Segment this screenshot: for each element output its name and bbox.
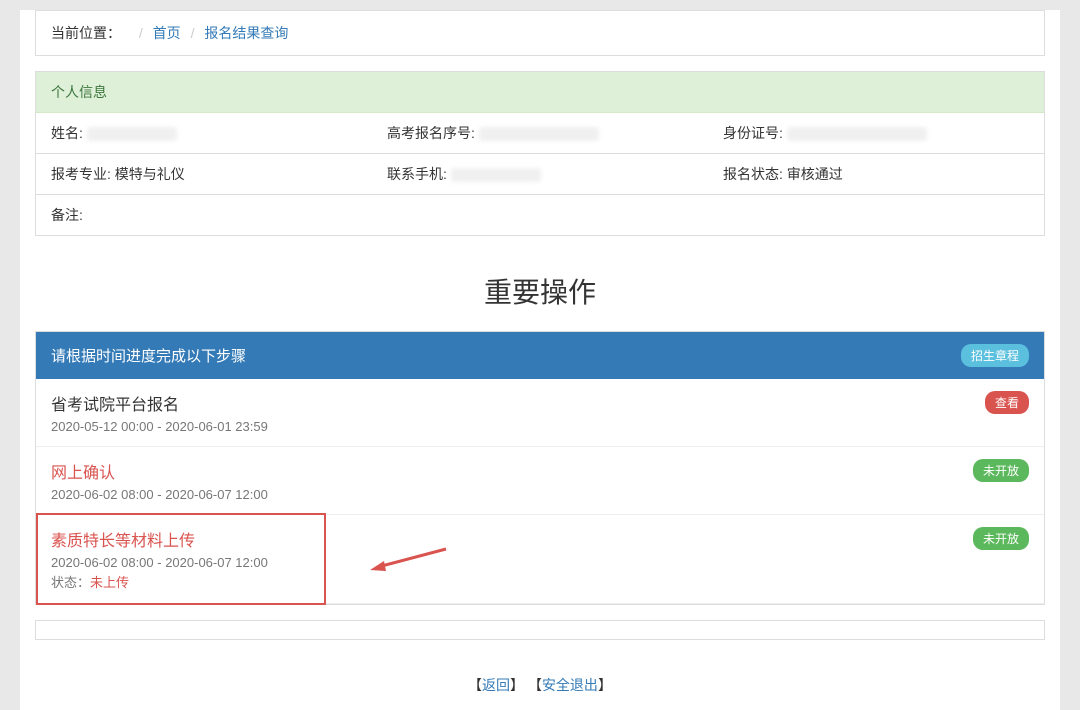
id-value-blurred	[787, 127, 927, 141]
breadcrumb-sep: /	[139, 25, 143, 41]
step-name: 网上确认	[51, 459, 973, 483]
phone-value-blurred	[451, 168, 541, 182]
step-content: 素质特长等材料上传 2020-06-02 08:00 - 2020-06-07 …	[51, 527, 973, 591]
back-link[interactable]: 返回	[482, 677, 510, 693]
steps-header-title: 请根据时间进度完成以下步骤	[51, 345, 246, 366]
step-status-value: 未上传	[90, 575, 129, 590]
id-label: 身份证号:	[723, 125, 783, 141]
section-title: 重要操作	[20, 251, 1060, 331]
personal-info-header: 个人信息	[36, 72, 1044, 113]
view-button[interactable]: 查看	[985, 391, 1029, 414]
step-content: 网上确认 2020-06-02 08:00 - 2020-06-07 12:00	[51, 459, 973, 502]
step-status-label: 状态：	[51, 575, 90, 590]
admission-guide-button[interactable]: 招生章程	[961, 344, 1029, 367]
status-cell: 报名状态: 审核通过	[708, 154, 1044, 194]
logout-link[interactable]: 安全退出	[542, 677, 598, 693]
name-value-blurred	[87, 127, 177, 141]
info-row: 备注:	[36, 195, 1044, 235]
highlighted-step-wrapper: 素质特长等材料上传 2020-06-02 08:00 - 2020-06-07 …	[36, 515, 1044, 604]
remark-label: 备注:	[51, 207, 83, 223]
major-cell: 报考专业: 模特与礼仪	[36, 154, 372, 194]
steps-header: 请根据时间进度完成以下步骤 招生章程	[36, 332, 1044, 379]
step-name: 省考试院平台报名	[51, 391, 985, 415]
status-value: 审核通过	[787, 166, 843, 182]
info-row: 报考专业: 模特与礼仪 联系手机: 报名状态: 审核通过	[36, 154, 1044, 195]
breadcrumb: 当前位置： / 首页 / 报名结果查询	[35, 10, 1045, 56]
step-item-material-upload: 素质特长等材料上传 2020-06-02 08:00 - 2020-06-07 …	[36, 515, 1044, 604]
remark-cell: 备注:	[36, 195, 1044, 235]
steps-panel: 请根据时间进度完成以下步骤 招生章程 省考试院平台报名 2020-05-12 0…	[35, 331, 1045, 605]
step-content: 省考试院平台报名 2020-05-12 00:00 - 2020-06-01 2…	[51, 391, 985, 434]
info-row: 姓名: 高考报名序号: 身份证号:	[36, 113, 1044, 154]
empty-panel	[35, 620, 1045, 640]
breadcrumb-label: 当前位置：	[51, 25, 121, 41]
step-time: 2020-06-02 08:00 - 2020-06-07 12:00	[51, 555, 973, 570]
step-time: 2020-06-02 08:00 - 2020-06-07 12:00	[51, 487, 973, 502]
exam-no-value-blurred	[479, 127, 599, 141]
major-value: 模特与礼仪	[115, 166, 185, 182]
exam-no-cell: 高考报名序号:	[372, 113, 708, 153]
not-open-badge: 未开放	[973, 527, 1029, 550]
breadcrumb-sep: /	[191, 25, 195, 41]
major-label: 报考专业:	[51, 166, 111, 182]
step-name: 素质特长等材料上传	[51, 527, 973, 551]
name-cell: 姓名:	[36, 113, 372, 153]
breadcrumb-home[interactable]: 首页	[153, 25, 181, 41]
phone-label: 联系手机:	[387, 166, 447, 182]
step-item-online-confirm: 网上确认 2020-06-02 08:00 - 2020-06-07 12:00…	[36, 447, 1044, 515]
id-cell: 身份证号:	[708, 113, 1044, 153]
bracket-icon: 【	[528, 677, 542, 693]
breadcrumb-current[interactable]: 报名结果查询	[204, 25, 288, 41]
bracket-icon: 】	[510, 677, 524, 693]
step-status: 状态：未上传	[51, 572, 973, 591]
status-label: 报名状态:	[723, 166, 783, 182]
step-time: 2020-05-12 00:00 - 2020-06-01 23:59	[51, 419, 985, 434]
personal-info-panel: 个人信息 姓名: 高考报名序号: 身份证号: 报考专业: 模特与礼仪 联系手机:	[35, 71, 1045, 236]
not-open-badge: 未开放	[973, 459, 1029, 482]
bracket-icon: 】	[598, 677, 612, 693]
bracket-icon: 【	[468, 677, 482, 693]
footer-links: 【返回】 【安全退出】	[20, 655, 1060, 710]
step-item-platform-registration: 省考试院平台报名 2020-05-12 00:00 - 2020-06-01 2…	[36, 379, 1044, 447]
name-label: 姓名:	[51, 125, 83, 141]
phone-cell: 联系手机:	[372, 154, 708, 194]
exam-no-label: 高考报名序号:	[387, 125, 475, 141]
